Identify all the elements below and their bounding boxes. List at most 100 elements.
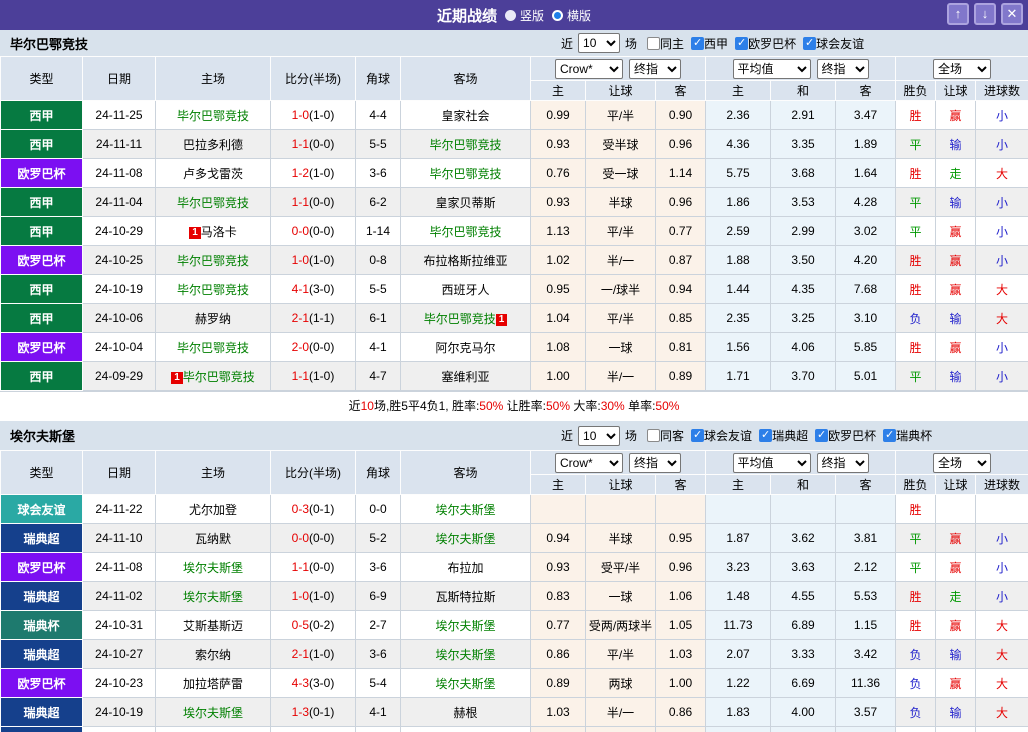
avg-final-select[interactable]: 终指 xyxy=(816,58,869,79)
corner-cell: 5-5 xyxy=(355,274,401,304)
away-team-cell: 西班牙人 xyxy=(400,274,531,304)
avg-draw-cell: 6.69 xyxy=(770,668,836,698)
away-team-cell: 埃尔夫斯堡 xyxy=(400,639,531,669)
layout-radio-horizontal[interactable]: 横版 xyxy=(552,7,591,24)
league-filter-checkbox-0[interactable]: ✓ xyxy=(691,429,705,442)
scroll-down-button[interactable]: ↓ xyxy=(974,3,996,25)
handicap-result-cell: 走 xyxy=(935,581,977,611)
column-header: 角球 xyxy=(355,56,401,101)
half-score: (0-0) xyxy=(309,560,335,574)
team-name-text: 毕尔巴鄂竞技 xyxy=(182,369,255,384)
scope-select[interactable]: 全场 xyxy=(933,452,992,473)
close-button[interactable]: ✕ xyxy=(1001,3,1023,25)
match-row: 瑞典超 24-10-19 埃尔夫斯堡 1-3(0-1) 4-1 赫根 1.03 半/一 0.86… xyxy=(0,697,1028,727)
handicap-result-cell: 赢 xyxy=(935,610,977,640)
sub-column-header: 进球数 xyxy=(975,80,1028,101)
odds-away-cell: 0.81 xyxy=(655,332,706,362)
home-team-cell: 巴拉多利德 xyxy=(155,129,271,159)
full-score: 1-0 xyxy=(291,108,309,122)
score-cell: 1-1(0-0) xyxy=(270,187,356,217)
same-filter-label: 同客 xyxy=(660,429,685,443)
avg-away-cell: 11.36 xyxy=(834,668,897,698)
away-team-cell: 皇家贝蒂斯 xyxy=(400,187,531,217)
league-filter-checkbox-2[interactable]: ✓ xyxy=(803,36,817,50)
team-name-text: 索尔纳 xyxy=(194,647,231,662)
league-filter-checkbox-1[interactable]: ✓ xyxy=(735,36,749,50)
corner-cell: 3-6 xyxy=(355,552,401,582)
same-filter-label: 同主 xyxy=(660,36,685,51)
date-cell: 24-11-04 xyxy=(82,187,156,217)
league-cell: 西甲 xyxy=(0,100,83,130)
half-score: (1-0) xyxy=(309,589,335,603)
odds-final-select[interactable]: 终指 xyxy=(629,452,681,473)
avg-source-select[interactable]: 平均值 xyxy=(732,58,811,79)
avg-final-select[interactable]: 终指 xyxy=(816,452,869,473)
odds-home-cell: 0.93 xyxy=(530,129,586,159)
corner-cell: 0-8 xyxy=(355,245,401,275)
scope-select[interactable]: 全场 xyxy=(933,58,992,79)
avg-home-cell: 1.48 xyxy=(705,581,771,611)
sections-container: 毕尔巴鄂竞技近 10 场同主 ✓ 西甲 ✓ 欧罗巴杯 ✓ 球会友谊 类型 日期 主场 比分(半场) 角球客… xyxy=(0,30,1028,732)
team-name-text: 加拉塔萨雷 xyxy=(182,676,243,691)
half-score: (0-0) xyxy=(309,137,335,151)
half-score: (0-0) xyxy=(309,195,335,209)
sub-column-header: 胜负 xyxy=(895,80,937,101)
team-name-text: 巴拉多利德 xyxy=(182,137,243,152)
team-name-text: 马洛卡 xyxy=(200,224,237,239)
league-filter-checkbox-0[interactable]: ✓ xyxy=(691,36,705,50)
odds-source-select[interactable]: Crow* xyxy=(555,452,623,473)
avg-source-select[interactable]: 平均值 xyxy=(732,452,811,473)
period-select[interactable]: 10 xyxy=(578,425,621,446)
goals-result-cell: 大 xyxy=(975,158,1028,188)
home-team-cell: 艾斯基斯迈 xyxy=(155,610,271,640)
odds-final-select[interactable]: 终指 xyxy=(629,58,681,79)
corner-cell: 3-6 xyxy=(355,158,401,188)
avg-away-cell: 5.53 xyxy=(834,581,897,611)
match-row: 欧罗巴杯 24-10-04 毕尔巴鄂竞技 2-0(0-0) 4-1 阿尔克马尔 1.08 一球… xyxy=(0,332,1028,362)
avg-home-cell: 1.83 xyxy=(705,697,771,727)
avg-draw-cell: 3.53 xyxy=(770,187,836,217)
goals-result-cell: 小 xyxy=(975,361,1028,391)
odds-away-cell: 1.05 xyxy=(655,726,706,732)
handicap-cell: 半/一 xyxy=(585,245,656,275)
same-away-checkbox[interactable] xyxy=(647,429,661,442)
half-score: (3-0) xyxy=(309,282,335,296)
home-team-cell: 卢多戈雷茨 xyxy=(155,158,271,188)
avg-away-cell: 1.89 xyxy=(834,129,897,159)
avg-draw-cell: 6.89 xyxy=(770,610,836,640)
half-score: (1-0) xyxy=(309,647,335,661)
goals-result-cell: 小 xyxy=(975,523,1028,553)
away-team-cell: 瓦斯特拉斯 xyxy=(400,581,531,611)
score-cell: 1-0(1-0) xyxy=(270,581,356,611)
odds-away-cell: 0.96 xyxy=(655,129,706,159)
team-name-text: 布拉格斯拉维亚 xyxy=(423,253,508,268)
radio-vertical-icon[interactable] xyxy=(504,9,516,21)
full-score: 1-0 xyxy=(291,253,309,267)
league-filter-checkbox-2[interactable]: ✓ xyxy=(815,429,829,442)
full-score: 0-5 xyxy=(291,618,309,632)
filter-controls: 近 10 场同客 ✓ 球会友谊 ✓ 瑞典超 ✓ 欧罗巴杯 ✓ 瑞典杯 xyxy=(558,425,932,446)
league-filter-checkbox-1[interactable]: ✓ xyxy=(759,429,773,442)
avg-draw-cell: 3.68 xyxy=(770,158,836,188)
layout-radio-vertical[interactable]: 竖版 xyxy=(504,7,544,24)
league-cell: 欧罗巴杯 xyxy=(0,668,83,698)
result-cell: 胜 xyxy=(895,274,937,304)
radio-horizontal-icon[interactable] xyxy=(552,9,563,21)
league-cell: 西甲 xyxy=(0,187,83,217)
date-cell: 24-11-10 xyxy=(82,523,156,553)
avg-draw-cell: 3.63 xyxy=(770,726,836,732)
period-select[interactable]: 10 xyxy=(578,33,621,53)
odds-source-select[interactable]: Crow* xyxy=(555,58,623,79)
half-score: (1-0) xyxy=(309,166,335,180)
full-score: 4-3 xyxy=(291,676,309,690)
scroll-up-button[interactable]: ↑ xyxy=(947,3,969,25)
league-filter-checkbox-3[interactable]: ✓ xyxy=(883,429,897,442)
match-row: 瑞典超 24-10-27 索尔纳 2-1(1-0) 3-6 埃尔夫斯堡 0.86 平/半 1.0… xyxy=(0,639,1028,669)
same-home-checkbox[interactable] xyxy=(647,36,661,50)
league-cell: 西甲 xyxy=(0,303,83,333)
avg-home-cell: 5.75 xyxy=(705,158,771,188)
league-cell: 瑞典超 xyxy=(0,639,83,669)
corner-cell: 6-2 xyxy=(355,187,401,217)
handicap-cell: 一球 xyxy=(585,332,656,362)
handicap-result-cell: 输 xyxy=(935,697,977,727)
